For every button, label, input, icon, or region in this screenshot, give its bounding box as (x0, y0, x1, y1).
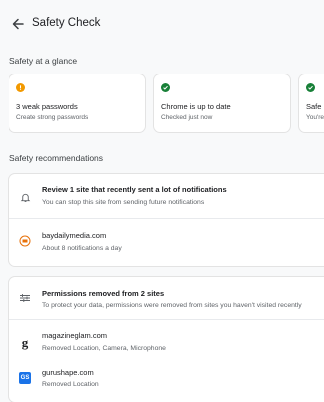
card-title: 3 weak passwords (16, 102, 78, 111)
top-bar: Safety Check (0, 0, 324, 46)
recommendations-heading: Safety recommendations (9, 153, 104, 163)
permissions-title: Permissions removed from 2 sites (42, 289, 165, 298)
site-detail: Removed Location (42, 381, 99, 388)
site-favicon-icon (19, 235, 31, 247)
weak-passwords-card[interactable]: 3 weak passwords Create strong passwords (9, 74, 145, 132)
site-favicon-icon: g (21, 335, 29, 350)
page-title: Safety Check (32, 17, 101, 29)
site-detail: Removed Location, Camera, Microphone (42, 345, 166, 352)
glance-heading: Safety at a glance (9, 56, 78, 66)
notifications-title: Review 1 site that recently sent a lot o… (42, 185, 227, 194)
notifications-subtitle: You can stop this site from sending futu… (42, 199, 205, 206)
site-favicon-icon: GS (19, 372, 31, 384)
card-title: Chrome is up to date (161, 102, 231, 111)
permissions-subtitle: To protect your data, permissions were r… (42, 302, 302, 309)
back-arrow-icon[interactable] (10, 16, 26, 32)
check-icon (306, 83, 315, 92)
chrome-update-card[interactable]: Chrome is up to date Checked just now (154, 74, 290, 132)
safe-browsing-card[interactable]: Safe B You're (299, 74, 324, 132)
permissions-panel: Permissions removed from 2 sites To prot… (9, 277, 324, 402)
divider (9, 218, 324, 219)
check-icon (161, 83, 170, 92)
card-subtitle: Create strong passwords (16, 114, 89, 121)
card-subtitle: Checked just now (161, 114, 213, 121)
warning-icon (16, 83, 25, 92)
site-name: gurushape.com (42, 368, 94, 377)
glance-cards: 3 weak passwords Create strong passwords… (9, 74, 324, 134)
bell-icon (19, 191, 31, 203)
site-name: magazineglam.com (42, 331, 108, 340)
site-detail: About 8 notifications a day (42, 245, 122, 252)
card-title: Safe B (306, 102, 324, 111)
divider (9, 319, 324, 320)
card-subtitle: You're (306, 114, 324, 121)
site-name: baydailymedia.com (42, 231, 107, 240)
notifications-panel: Review 1 site that recently sent a lot o… (9, 174, 324, 266)
permissions-icon (19, 292, 31, 304)
